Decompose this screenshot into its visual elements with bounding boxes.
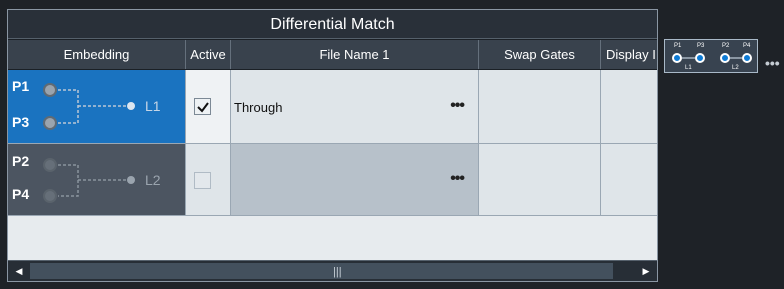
scrollbar-thumb[interactable]: |||	[30, 263, 613, 279]
display-cell-l2[interactable]	[601, 144, 657, 216]
header-embedding[interactable]: Embedding	[8, 40, 186, 69]
header-active[interactable]: Active	[186, 40, 231, 69]
file-name-cell-l1[interactable]: Through •••	[231, 70, 479, 144]
differential-match-dialog: Differential Match Embedding Active File…	[7, 9, 658, 282]
file-name-cell-l2[interactable]: •••	[231, 144, 479, 216]
swap-gates-cell-l1[interactable]	[479, 70, 601, 144]
active-cell-l1	[186, 70, 231, 144]
mini-port-label-p1: P1	[674, 43, 682, 49]
header-file-name[interactable]: File Name 1	[231, 40, 479, 69]
mini-port-connector-icon	[695, 53, 705, 63]
mini-port-connector-icon	[742, 53, 752, 63]
logical-port-label-l1: L1	[145, 98, 161, 114]
mini-logical-label-l1: L1	[685, 65, 692, 71]
scrollbar-grip: |||	[333, 266, 342, 278]
checkmark-icon	[197, 102, 209, 113]
logical-port-label-l2: L2	[145, 172, 161, 188]
mini-port-connector-icon	[672, 53, 682, 63]
mini-connector-line	[730, 57, 742, 59]
more-options-icon[interactable]: •••	[765, 55, 780, 71]
active-checkbox-l1[interactable]	[194, 98, 211, 115]
dialog-title: Differential Match	[8, 10, 657, 39]
more-options-icon[interactable]: •••	[450, 170, 465, 188]
display-cell-l1[interactable]	[601, 70, 657, 144]
left-arrow-icon[interactable]: ◀	[8, 261, 30, 281]
active-cell-l2	[186, 144, 231, 216]
embedding-cell-l1[interactable]: P1 P3 L1	[8, 70, 186, 144]
mini-port-connector-icon	[720, 53, 730, 63]
mini-port-label-p4: P4	[743, 43, 751, 49]
swap-gates-cell-l2[interactable]	[479, 144, 601, 216]
table-empty-area	[8, 216, 657, 260]
mini-port-label-p2: P2	[722, 43, 730, 49]
header-display[interactable]: Display I	[601, 40, 657, 69]
embedding-cell-l2[interactable]: P2 P4 L2	[8, 144, 186, 216]
right-arrow-icon[interactable]: ▶	[635, 261, 657, 281]
file-name-value-l1: Through	[234, 100, 283, 115]
header-swap-gates[interactable]: Swap Gates	[479, 40, 601, 69]
mini-connector-line	[682, 57, 695, 59]
mini-diagram-button[interactable]: P1 P3 P2 P4 L1 L2	[664, 39, 758, 73]
more-options-icon[interactable]: •••	[450, 97, 465, 115]
mini-port-label-p3: P3	[697, 43, 705, 49]
active-checkbox-l2[interactable]	[194, 172, 211, 189]
horizontal-scrollbar[interactable]: ◀ ||| ▶	[8, 260, 657, 281]
mini-logical-label-l2: L2	[732, 65, 739, 71]
